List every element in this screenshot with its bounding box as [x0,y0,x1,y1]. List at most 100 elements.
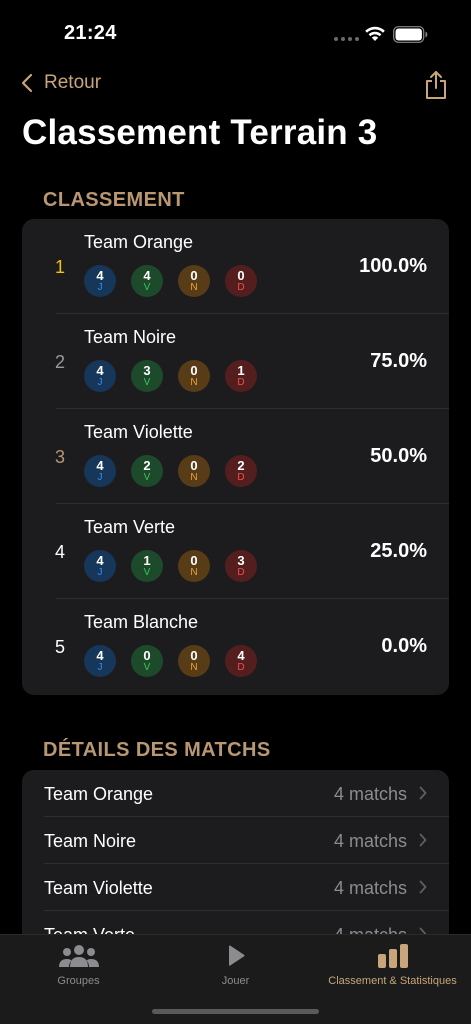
tab-jouer[interactable]: Jouer [157,935,314,995]
stats-pills: 4J 3V 0N 1D [84,360,257,392]
rank-number: 2 [54,352,65,372]
back-button[interactable]: Retour [20,72,101,94]
chart-bars-icon [377,944,408,968]
draws-value: 0 [190,648,198,663]
wifi-icon [365,26,385,41]
chevron-right-icon [419,786,427,800]
losses-badge: 3D [225,550,257,582]
status-bar: 21:24 [0,0,471,60]
losses-label: D [237,567,245,578]
share-icon[interactable] [424,70,448,100]
rank-number: 4 [54,542,65,562]
wins-badge: 2V [131,455,163,487]
losses-value: 4 [237,648,245,663]
detail-team-name: Team Orange [44,784,154,804]
match-count: 4 matchs [333,878,407,898]
team-name: Team Blanche [84,612,199,632]
losses-badge: 2D [225,455,257,487]
status-time: 21:24 [64,22,117,44]
played-value: 4 [96,363,104,378]
wins-badge: 4V [131,265,163,297]
losses-label: D [237,472,245,483]
draws-value: 0 [190,363,198,378]
losses-label: D [237,662,245,673]
wins-badge: 1V [131,550,163,582]
draws-badge: 0N [178,265,210,297]
draws-badge: 0N [178,550,210,582]
rank-number: 5 [54,637,65,657]
match-count: 4 matchs [333,784,407,804]
wins-value: 3 [143,363,151,378]
ranking-card: 1 Team Orange 4J 4V 0N 0D 100.0% 2 Team … [22,219,449,695]
chevron-left-icon [21,73,33,93]
losses-label: D [237,282,245,293]
wins-label: V [143,662,151,673]
play-icon [228,945,245,966]
losses-value: 3 [237,553,245,568]
chevron-right-icon [419,833,427,847]
home-indicator [152,1009,319,1014]
played-badge: 4J [84,550,116,582]
draws-label: N [190,282,198,293]
played-badge: 4J [84,265,116,297]
draws-label: N [190,472,198,483]
tab-classement-statistiques[interactable]: Classement & Statistiques [314,935,471,995]
people-icon [58,945,99,967]
battery-icon [393,26,428,43]
tab-label: Jouer [221,975,250,987]
losses-badge: 1D [225,360,257,392]
ranking-row: 5 Team Blanche 4J 0V 0N 4D 0.0% [22,599,449,694]
match-detail-row[interactable]: Team Orange 4 matchs [22,770,449,817]
draws-badge: 0N [178,455,210,487]
draws-value: 0 [190,268,198,283]
wins-badge: 3V [131,360,163,392]
stats-pills: 4J 1V 0N 3D [84,550,257,582]
wins-badge: 0V [131,645,163,677]
rank-number: 1 [54,257,65,277]
played-value: 4 [96,553,104,568]
rank-number: 3 [54,447,65,467]
wins-value: 0 [143,648,151,663]
played-label: J [97,567,103,578]
win-percentage: 50.0% [370,445,427,467]
match-detail-row[interactable]: Team Noire 4 matchs [22,817,449,864]
draws-value: 0 [190,553,198,568]
played-badge: 4J [84,360,116,392]
ranking-row: 1 Team Orange 4J 4V 0N 0D 100.0% [22,219,449,314]
losses-value: 1 [237,363,245,378]
screen: 21:24 Retour Classement Terrain 3 CLASSE… [0,0,471,1024]
draws-label: N [190,662,198,673]
detail-team-name: Team Noire [44,831,137,851]
played-value: 4 [96,458,104,473]
navigation-bar: Retour [0,64,471,108]
draws-label: N [190,377,198,388]
ranking-row: 2 Team Noire 4J 3V 0N 1D 75.0% [22,314,449,409]
detail-team-name: Team Violette [44,878,153,898]
tab-label: Classement & Statistiques [328,975,457,987]
chevron-right-icon [419,880,427,894]
wins-label: V [143,377,151,388]
losses-value: 2 [237,458,245,473]
played-badge: 4J [84,455,116,487]
match-detail-row[interactable]: Team Violette 4 matchs [22,864,449,911]
stats-pills: 4J 0V 0N 4D [84,645,257,677]
stats-pills: 4J 2V 0N 2D [84,455,257,487]
tab-label: Groupes [57,975,100,987]
tab-groupes[interactable]: Groupes [0,935,157,995]
played-label: J [97,377,103,388]
match-count: 4 matchs [333,831,407,851]
draws-value: 0 [190,458,198,473]
draws-badge: 0N [178,360,210,392]
wins-value: 1 [143,553,151,568]
wins-label: V [143,567,151,578]
win-percentage: 75.0% [370,350,427,372]
wins-label: V [143,282,151,293]
details-section-header: DÉTAILS DES MATCHS [43,739,271,761]
team-name: Team Verte [84,517,176,537]
wins-label: V [143,472,151,483]
wins-value: 4 [143,268,151,283]
wins-value: 2 [143,458,151,473]
played-value: 4 [96,648,104,663]
win-percentage: 25.0% [370,540,427,562]
win-percentage: 0.0% [381,635,427,657]
